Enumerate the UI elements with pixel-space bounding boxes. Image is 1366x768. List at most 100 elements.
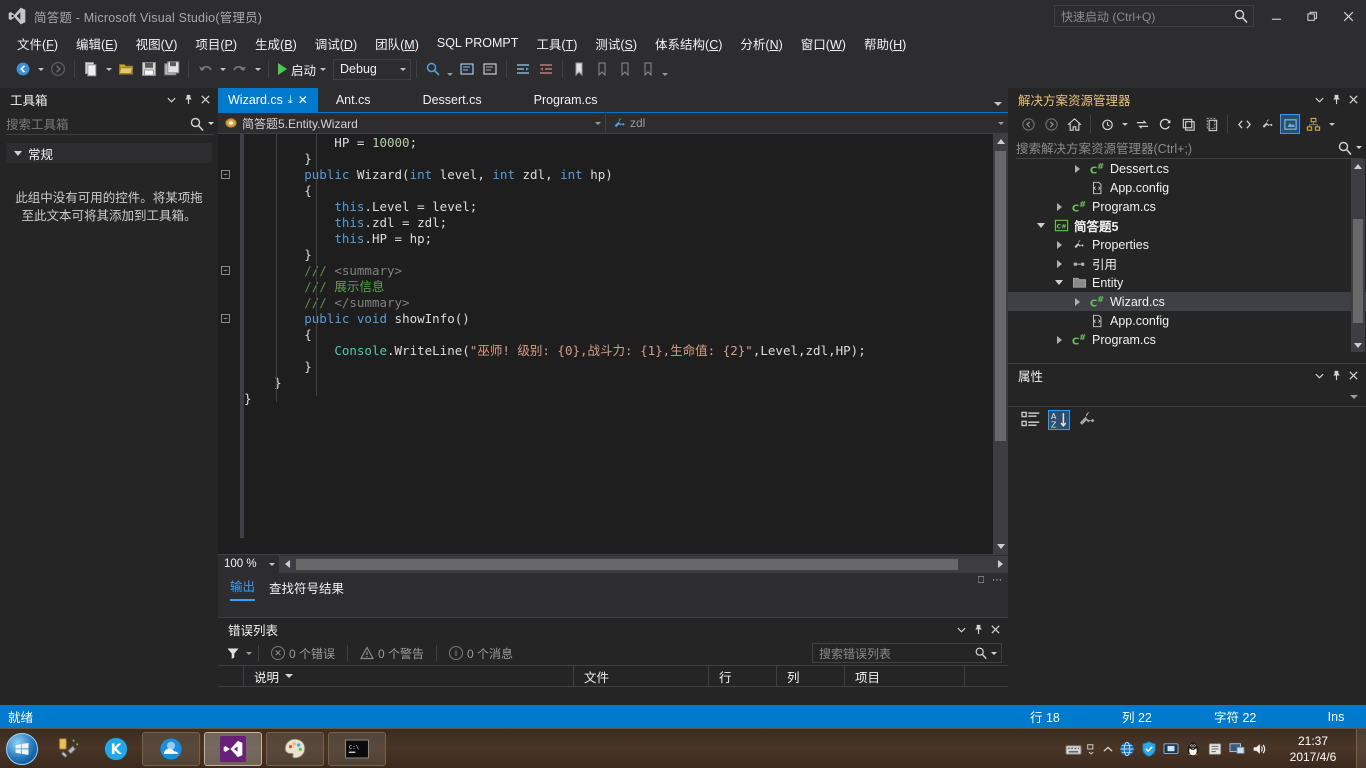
restore-icon[interactable] [1294, 0, 1330, 32]
fold-toggle-icon[interactable]: − [221, 314, 230, 323]
scroll-down-icon[interactable] [993, 539, 1008, 554]
expander-collapsed-icon[interactable] [1052, 259, 1066, 268]
windows-start-orb[interactable] [0, 730, 44, 768]
menu-item-7[interactable]: 团队(M) [366, 32, 428, 55]
solution-tree-item-3[interactable]: C# Program.cs [1008, 197, 1366, 216]
chevron-down-icon[interactable] [163, 91, 180, 108]
menu-item-3[interactable]: 视图(V) [127, 32, 187, 55]
editor-glyph-margin[interactable] [218, 134, 240, 554]
class-view-icon[interactable] [1303, 114, 1323, 134]
forward-icon[interactable] [1041, 114, 1061, 134]
solution-explorer-search-input[interactable]: 搜索解决方案资源管理器(Ctrl+;) [1016, 137, 1362, 159]
bookmark-icon[interactable] [568, 58, 590, 80]
tab-overflow-icon[interactable] [994, 102, 1002, 106]
error-list-column-header-3[interactable]: 行 [709, 665, 777, 687]
properties-icon[interactable] [1257, 114, 1277, 134]
expander-collapsed-icon[interactable] [1052, 202, 1066, 211]
error-list-column-header-2[interactable]: 文件 [574, 665, 709, 687]
filter-dropdown-icon[interactable] [246, 651, 252, 655]
clear-bookmarks-icon[interactable] [637, 58, 659, 80]
security-shield-icon[interactable] [1138, 729, 1160, 768]
sync-with-active-icon[interactable] [1132, 114, 1152, 134]
solution-tree-item-6[interactable]: 引用 [1008, 254, 1366, 273]
solution-tree-item-5[interactable]: Properties [1008, 235, 1366, 254]
indent-icon[interactable] [512, 58, 534, 80]
pin-icon[interactable]: ⤓ [288, 94, 293, 107]
monitor-icon[interactable] [1226, 729, 1248, 768]
error-count-chip[interactable]: ✕ 0 个错误 [265, 645, 341, 662]
browser-icon[interactable] [142, 731, 200, 766]
solution-configuration-dropdown[interactable]: Debug [333, 58, 412, 80]
navigate-forward-icon[interactable] [47, 58, 69, 80]
member-navigation-dropdown[interactable]: zdl [606, 112, 1008, 134]
expander-expanded-icon[interactable] [1034, 223, 1048, 228]
solution-tree-item-2[interactable]: App.config [1008, 178, 1366, 197]
horizontal-scroll-thumb[interactable] [296, 558, 958, 570]
new-project-icon[interactable] [80, 58, 102, 80]
editor-tab-2[interactable]: Ant.cs [318, 88, 397, 112]
properties-object-selector[interactable] [1008, 387, 1366, 407]
editor-tab-4[interactable]: Program.cs [508, 88, 624, 112]
menu-item-10[interactable]: 测试(S) [586, 32, 646, 55]
command-prompt-icon[interactable]: C:\ [328, 731, 386, 766]
redo-icon[interactable] [229, 58, 251, 80]
chevron-down-icon[interactable] [1311, 91, 1328, 108]
menu-item-6[interactable]: 调试(D) [306, 32, 366, 55]
solution-tree-item-10[interactable]: C# Program.cs [1008, 330, 1366, 349]
expander-collapsed-icon[interactable] [1052, 240, 1066, 249]
menu-item-2[interactable]: 编辑(E) [67, 32, 127, 55]
close-icon[interactable] [1345, 367, 1362, 384]
pin-icon[interactable] [180, 91, 197, 108]
close-icon[interactable] [1330, 0, 1366, 32]
solution-tree-item-7[interactable]: Entity [1008, 273, 1366, 292]
back-icon[interactable] [1018, 114, 1038, 134]
solution-tree-scrollbar[interactable] [1351, 159, 1365, 352]
editor-tab-1[interactable]: Wizard.cs ⤓ ✕ [218, 88, 318, 112]
solution-toolbar-overflow-icon[interactable] [1326, 113, 1337, 135]
build-tools-icon[interactable] [46, 732, 90, 766]
expander-collapsed-icon[interactable] [1070, 297, 1084, 306]
editor-vertical-scrollbar[interactable] [993, 134, 1008, 554]
undo-dropdown-icon[interactable] [217, 58, 228, 80]
start-debug-button[interactable]: 启动 [274, 60, 330, 79]
tree-scroll-thumb[interactable] [1353, 219, 1363, 323]
scroll-right-icon[interactable] [993, 560, 1008, 568]
network-icon[interactable] [1116, 729, 1138, 768]
type-navigation-dropdown[interactable]: 简答题5.Entity.Wizard [218, 112, 606, 134]
menu-item-4[interactable]: 项目(P) [186, 32, 246, 55]
search-icon[interactable] [1337, 140, 1353, 156]
pin-icon[interactable] [970, 621, 987, 638]
toolbox-search-input[interactable]: 搜索工具箱 [6, 113, 214, 135]
search-icon[interactable] [1233, 8, 1249, 24]
toolbox-group-general[interactable]: 常规 [6, 143, 212, 163]
solution-tree-item-9[interactable]: App.config [1008, 311, 1366, 330]
save-icon[interactable] [138, 58, 160, 80]
expander-collapsed-icon[interactable] [1070, 164, 1084, 173]
error-list-column-header-1[interactable]: 说明 [244, 665, 574, 687]
paint-icon[interactable] [266, 731, 324, 766]
preview-selected-items-icon[interactable] [1280, 114, 1300, 134]
fold-toggle-icon[interactable]: − [221, 266, 230, 275]
close-icon[interactable] [987, 621, 1004, 638]
menu-item-5[interactable]: 生成(B) [246, 32, 306, 55]
chevron-down-icon[interactable] [953, 621, 970, 638]
toolbar-overflow-icon[interactable] [660, 58, 670, 80]
volume-icon[interactable] [1248, 729, 1270, 768]
editor-horizontal-scrollbar[interactable] [280, 555, 1008, 573]
pin-icon[interactable] [1328, 367, 1345, 384]
expand-tray-icon[interactable] [1100, 729, 1116, 768]
solution-tree-item-8[interactable]: C# Wizard.cs [1008, 292, 1366, 311]
editor-tab-3[interactable]: Dessert.cs [397, 88, 508, 112]
show-desktop-button[interactable] [1356, 729, 1366, 768]
redo-dropdown-icon[interactable] [252, 58, 263, 80]
output-tab-1[interactable]: 输出 [230, 576, 256, 601]
scroll-up-icon[interactable] [993, 134, 1008, 149]
panel-menu-icon[interactable]: ⋯ [992, 575, 1002, 586]
pin-icon[interactable] [1328, 91, 1345, 108]
pending-changes-dropdown-icon[interactable] [1120, 113, 1129, 135]
close-icon[interactable]: ✕ [298, 93, 308, 107]
search-icon[interactable] [189, 116, 205, 132]
find-overflow-icon[interactable] [445, 58, 455, 80]
code-text[interactable]: HP = 10000; } public Wizard(int level, i… [244, 134, 988, 554]
find-icon[interactable] [422, 58, 444, 80]
